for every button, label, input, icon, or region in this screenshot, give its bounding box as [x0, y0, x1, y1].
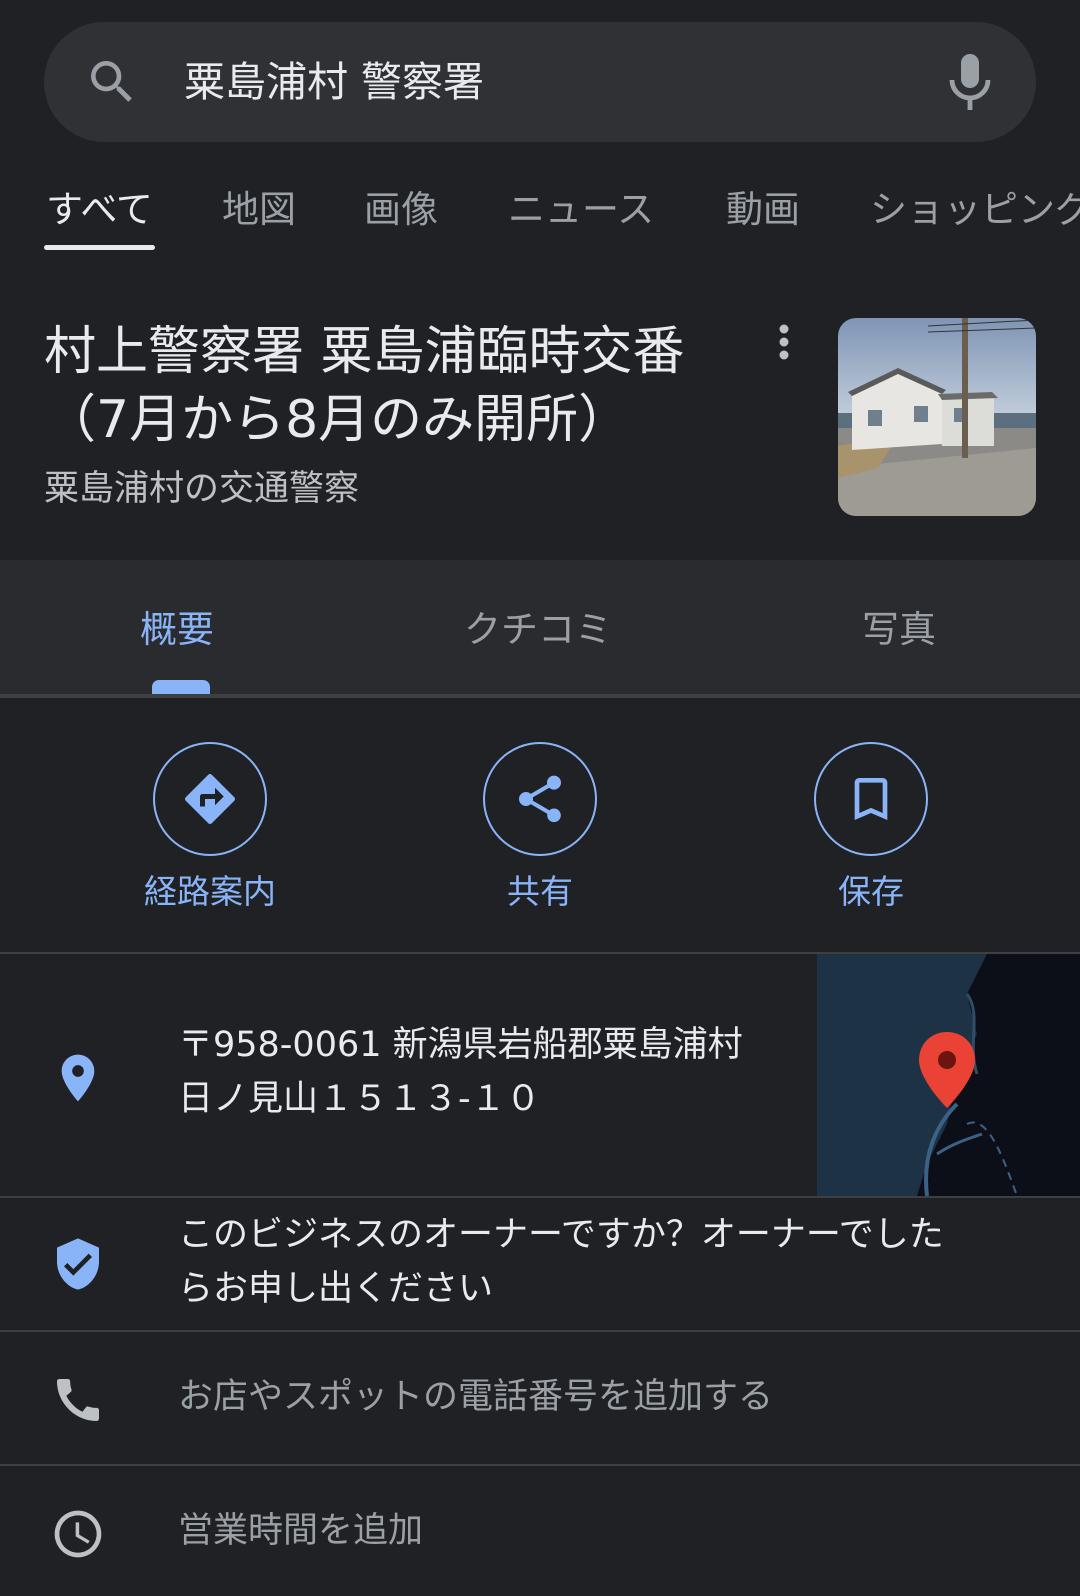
street-view-image: [838, 318, 1036, 516]
add-phone-link[interactable]: お店やスポットの電話番号を追加する: [178, 1370, 773, 1424]
share-icon: [519, 775, 561, 823]
claim-business-link[interactable]: このビジネスのオーナーですか？オーナーでした らお申し出ください: [178, 1208, 1038, 1316]
tab-active-underline: [44, 245, 155, 250]
directions-button[interactable]: 経路案内: [90, 742, 330, 916]
share-label: 共有: [507, 872, 573, 911]
save-label: 保存: [838, 872, 904, 911]
subtab-reviews[interactable]: クチコミ: [464, 604, 612, 656]
save-button[interactable]: 保存: [751, 742, 991, 916]
share-button[interactable]: 共有: [420, 742, 660, 916]
address-text[interactable]: 〒958-0061 新潟県岩船郡粟島浦村 日ノ見山１５１３-１０: [178, 1018, 798, 1126]
divider: [0, 1464, 1080, 1466]
directions-icon: [185, 773, 236, 824]
divider: [0, 694, 1080, 698]
tab-all[interactable]: すべて: [46, 182, 153, 238]
add-hours-link[interactable]: 営業時間を追加: [178, 1504, 423, 1558]
phone-icon: [57, 1379, 99, 1421]
bookmark-icon: [854, 778, 888, 820]
tab-videos[interactable]: 動画: [726, 182, 800, 238]
clock-icon: [54, 1510, 102, 1558]
place-photo[interactable]: [838, 318, 1036, 516]
subtab-active-indicator: [152, 680, 210, 694]
search-bar[interactable]: 粟島浦村 警察署: [44, 22, 1036, 142]
claim-line-1: このビジネスのオーナーですか？オーナーでした: [178, 1215, 944, 1255]
location-pin-icon: [61, 1054, 95, 1102]
verified-shield-icon: [57, 1238, 99, 1290]
tab-news[interactable]: ニュース: [508, 182, 654, 238]
map-thumbnail[interactable]: [817, 954, 1080, 1196]
tab-maps[interactable]: 地図: [222, 182, 296, 238]
divider: [0, 1196, 1080, 1198]
place-subtabs: 概要 クチコミ 写真: [0, 560, 1080, 694]
microphone-icon[interactable]: [946, 50, 994, 114]
subtab-overview[interactable]: 概要: [140, 604, 214, 656]
search-input[interactable]: 粟島浦村 警察署: [184, 50, 484, 114]
divider: [0, 1330, 1080, 1332]
subtab-photos[interactable]: 写真: [862, 604, 936, 656]
address-line-1: 〒958-0061 新潟県岩船郡粟島浦村: [178, 1025, 743, 1065]
tab-images[interactable]: 画像: [364, 182, 438, 238]
address-line-2: 日ノ見山１５１３-１０: [178, 1079, 541, 1119]
place-category: 粟島浦村の交通警察: [44, 469, 360, 509]
tab-shopping[interactable]: ショッピング: [870, 182, 1080, 238]
place-title: 村上警察署 粟島浦臨時交番（7月から8月のみ開所）: [44, 322, 685, 450]
directions-label: 経路案内: [144, 872, 276, 911]
claim-line-2: らお申し出ください: [178, 1269, 494, 1309]
search-icon[interactable]: [84, 54, 140, 110]
more-options-icon[interactable]: [766, 320, 802, 370]
map-image: [817, 954, 1080, 1196]
